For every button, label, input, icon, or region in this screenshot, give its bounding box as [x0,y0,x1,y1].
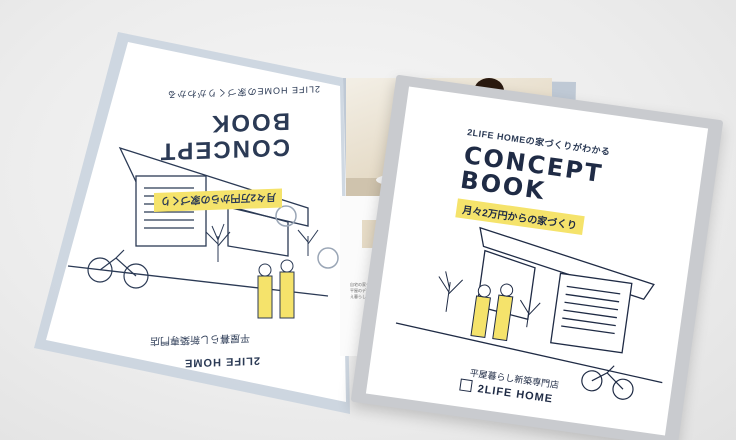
back-title: CONCEPT BOOK [158,107,290,165]
back-title-line1: CONCEPT [158,133,290,165]
front-concept-book: 2LIFE HOMEの家づくりがわかる CONCEPT BOOK 月々2万円から… [350,74,724,440]
back-footer-jp: 平屋暮らし新築専門店 [150,331,250,347]
back-subtitle: 月々2万円からの家づくり [154,188,282,212]
back-footer-brand: 2LIFE HOME [183,354,260,369]
back-concept-book: 2LIFE HOME 平屋暮らし新築専門店 月々2万円からの家づくり CONCE… [60,37,360,387]
house-logo-icon [459,378,473,393]
back-title-line2: BOOK [210,107,290,137]
back-brand-tag: 2LIFE HOMEの家づくりがわかる [166,84,320,100]
front-book-cover: 2LIFE HOMEの家づくりがわかる CONCEPT BOOK 月々2万円から… [365,86,709,436]
product-photo: 2LIFE HOME 平屋暮らし新築専門店 月々2万円からの家づくり CONCE… [0,0,736,440]
bicycle-icon [581,365,634,400]
